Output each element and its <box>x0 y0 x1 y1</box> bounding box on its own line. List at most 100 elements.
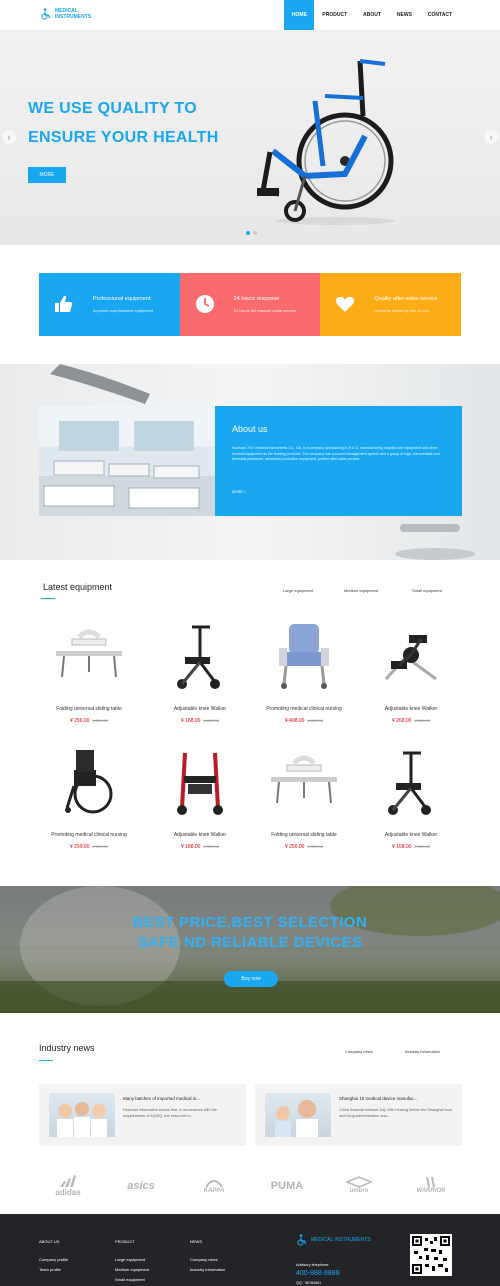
brand-logo-kappa[interactable]: KAPPA <box>184 1175 244 1197</box>
nav-about[interactable]: ABOUT <box>355 0 389 30</box>
product-name[interactable]: Promoting medical clinical nursing <box>254 706 354 712</box>
product-rollator-image <box>150 748 250 818</box>
brand-name: asics <box>127 1180 155 1192</box>
footer-link[interactable]: Company news <box>190 1257 218 1262</box>
tab-industry-information[interactable]: Industry information <box>405 1049 440 1054</box>
product-card[interactable]: Folding universal sliding table ¥ 256.00 ¥… <box>254 748 354 850</box>
footer-link[interactable]: Medium equipment <box>115 1267 149 1272</box>
brand-name: adidas <box>55 1188 81 1197</box>
feature-subtitle: Imported sophisticated equipment <box>93 308 154 313</box>
product-name[interactable]: Promoting medical clinical nursing <box>39 832 139 838</box>
clock-icon <box>195 295 214 313</box>
product-price-row: ¥ 256.00 ¥ 320.00 <box>254 844 354 850</box>
brand-logo-warrior[interactable]: WARRIOR <box>401 1175 461 1197</box>
nav-home[interactable]: HOME <box>284 0 315 30</box>
slider-prev-arrow[interactable]: ‹ <box>2 130 16 144</box>
footer-column-title: ABOUT US <box>39 1239 60 1244</box>
product-name[interactable]: Adjustable knee Walker <box>150 832 250 838</box>
news-section-title: Industry news <box>39 1043 95 1053</box>
product-card[interactable]: Folding universal sliding table ¥ 256.00 ¥… <box>39 622 139 724</box>
hero-title: WE USE QUALITY TO ENSURE YOUR HEALTH <box>28 94 248 152</box>
promo-banner: BEST PRICE,BEST SELECTION SAFE ND RELIAB… <box>0 886 500 1013</box>
news-item[interactable]: Many batches of imported medical in... R… <box>39 1084 246 1146</box>
product-card[interactable]: Adjustable knee Walker ¥ 168.00 ¥ 320.00 <box>361 748 461 850</box>
footer-link[interactable]: Industry information <box>190 1267 225 1272</box>
brand-logo-umbro[interactable]: umbro <box>329 1175 389 1197</box>
phone-number[interactable]: 400-888-8888 <box>296 1270 340 1277</box>
tab-small-equipment[interactable]: Small equipment <box>412 588 442 593</box>
footer-link[interactable]: Company profile <box>39 1257 68 1262</box>
product-name[interactable]: Folding universal sliding table <box>254 832 354 838</box>
footer-link[interactable]: Large equipment <box>115 1257 145 1262</box>
tab-medium-equipment[interactable]: Medium equipment <box>344 588 378 593</box>
brand-name: PUMA <box>270 1180 304 1192</box>
footer-link[interactable]: Small equipment <box>115 1277 145 1282</box>
product-name[interactable]: Adjustable knee Walker <box>361 832 461 838</box>
slider-dot-1[interactable] <box>246 231 250 235</box>
about-text: Suzhuan XXX medical instruments Co., Ltd… <box>232 446 440 461</box>
brand-logo-puma[interactable]: PUMA <box>257 1175 317 1197</box>
slider-next-arrow[interactable]: › <box>484 130 498 144</box>
brand-name: WARRIOR <box>416 1188 446 1194</box>
feature-24-hours-response: 24 hours response 24 Hours full manual o… <box>179 273 321 336</box>
product-card[interactable]: Adjustable knee Walker ¥ 168.00 ¥ 320.00 <box>150 622 250 724</box>
nav-news[interactable]: NEWS <box>389 0 420 30</box>
about-section: About us Suzhuan XXX medical instruments… <box>0 364 500 560</box>
brand-name: KAPPA <box>203 1188 225 1194</box>
product-name[interactable]: Folding universal sliding table <box>39 706 139 712</box>
nav-contact[interactable]: CONTACT <box>420 0 460 30</box>
news-excerpt: China financial network July 10th hearin… <box>339 1108 452 1118</box>
footer-link[interactable]: Team profile <box>39 1267 61 1272</box>
kappa-icon <box>205 1180 223 1188</box>
logo-text: MEDICAL INSTRUMENTS <box>55 8 92 20</box>
hero-more-button[interactable]: MORE <box>28 167 66 183</box>
product-old-price: ¥ 320.00 <box>414 844 431 849</box>
feature-after-sales-service: Quality after-sales service problems sol… <box>320 273 462 336</box>
hero-title-line-1: WE USE QUALITY TO <box>28 100 197 117</box>
product-pedal-image <box>361 622 461 692</box>
slider-dot-2[interactable] <box>253 231 257 235</box>
footer-logo[interactable]: MEDICAL INSTRUMENTS <box>296 1234 371 1246</box>
product-price: ¥ 256.00 <box>69 718 90 724</box>
site-header: MEDICAL INSTRUMENTS HOME PRODUCT ABOUT N… <box>0 0 500 30</box>
about-more-link[interactable]: MORE + <box>232 490 246 494</box>
product-price-row: ¥ 168.00 ¥ 320.00 <box>361 844 461 850</box>
footer-logo-text: MEDICAL INSTRUMENTS <box>311 1237 371 1243</box>
nav-product[interactable]: PRODUCT <box>314 0 355 30</box>
tab-large-equipment[interactable]: Large equipment <box>283 588 313 593</box>
product-card[interactable]: Promoting medical clinical nursing ¥ 498.… <box>254 622 354 724</box>
hero-slider: WE USE QUALITY TO ENSURE YOUR HEALTH MOR… <box>0 30 500 245</box>
tab-company-news[interactable]: Company news <box>345 1049 373 1054</box>
news-title[interactable]: Many batches of imported medical in... <box>123 1096 200 1101</box>
brand-logo-adidas[interactable]: adidas <box>38 1175 98 1197</box>
product-wheelchair-image <box>39 748 139 818</box>
product-name[interactable]: Adjustable knee Walker <box>150 706 250 712</box>
features-row: Professional equipment Imported sophisti… <box>39 273 462 336</box>
product-card[interactable]: Promoting medical clinical nursing ¥ 299.… <box>39 748 139 850</box>
qr-code <box>410 1234 452 1276</box>
product-name[interactable]: Adjustable knee Walker <box>361 706 461 712</box>
product-table-image <box>39 622 139 692</box>
product-price: ¥ 256.00 <box>284 844 305 850</box>
product-old-price: ¥ 320.00 <box>307 718 324 723</box>
news-title[interactable]: Shanghai 10 medical device manufac... <box>339 1096 418 1101</box>
about-ward-image <box>39 406 215 516</box>
footer-column-title: PRODUCT <box>115 1239 135 1244</box>
news-doctors-image <box>49 1093 115 1137</box>
buy-now-button[interactable]: Buy now <box>224 971 278 987</box>
product-walker-image <box>150 622 250 692</box>
dental-chair-image <box>395 524 475 560</box>
product-card[interactable]: Adjustable knee Walker ¥ 188.00 ¥ 320.00 <box>150 748 250 850</box>
news-excerpt: Relevant information shows that, in acco… <box>123 1108 217 1118</box>
main-nav: HOME PRODUCT ABOUT NEWS CONTACT <box>284 0 460 30</box>
product-price: ¥ 168.00 <box>391 844 412 850</box>
phone-label: Advisory telephone: <box>296 1263 330 1267</box>
product-price: ¥ 498.00 <box>284 718 305 724</box>
product-price-row: ¥ 268.00 ¥ 320.00 <box>361 718 461 724</box>
product-card[interactable]: Adjustable knee Walker ¥ 268.00 ¥ 320.00 <box>361 622 461 724</box>
brand-logo-asics[interactable]: asics <box>111 1175 171 1197</box>
news-item[interactable]: Shanghai 10 medical device manufac... Ch… <box>255 1084 462 1146</box>
site-logo[interactable]: MEDICAL INSTRUMENTS <box>40 8 105 20</box>
section-underline <box>41 598 55 599</box>
thumbs-up-icon <box>55 295 73 312</box>
